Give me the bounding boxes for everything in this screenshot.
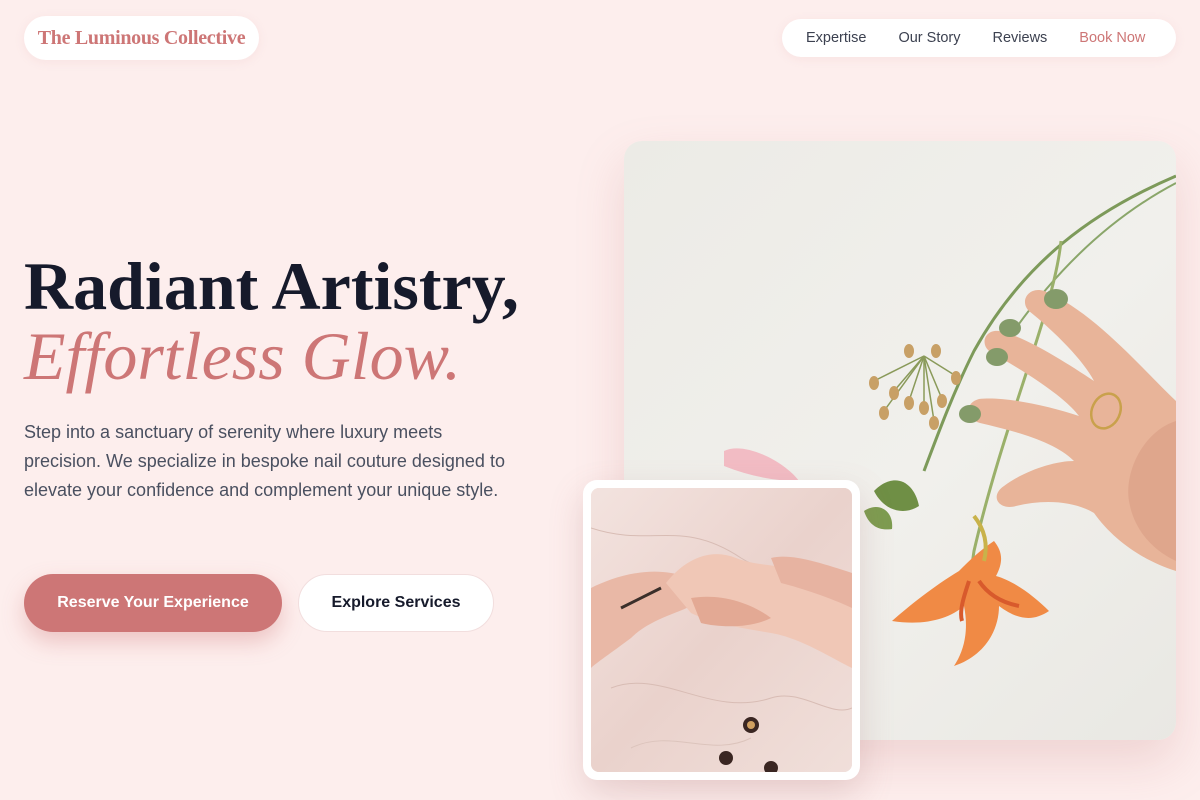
nav-link-our-story[interactable]: Our Story — [898, 30, 960, 46]
inset-manicure-photo — [591, 488, 852, 772]
main-nav: Expertise Our Story Reviews Book Now — [782, 19, 1176, 57]
brand-logo[interactable]: The Luminous Collective — [38, 27, 246, 50]
hero-headline-line2: Effortless Glow. — [24, 318, 461, 394]
logo-pill[interactable]: The Luminous Collective — [24, 16, 259, 60]
nav-link-book-now[interactable]: Book Now — [1079, 30, 1145, 46]
hero-headline-line1: Radiant Artistry, — [24, 248, 519, 324]
explore-services-button[interactable]: Explore Services — [298, 574, 494, 632]
reserve-experience-button[interactable]: Reserve Your Experience — [24, 574, 282, 632]
hero-intro-text: Step into a sanctuary of serenity where … — [24, 422, 505, 500]
nav-link-expertise[interactable]: Expertise — [806, 30, 866, 46]
inset-photo-frame — [583, 480, 860, 780]
nav-link-reviews[interactable]: Reviews — [993, 30, 1048, 46]
